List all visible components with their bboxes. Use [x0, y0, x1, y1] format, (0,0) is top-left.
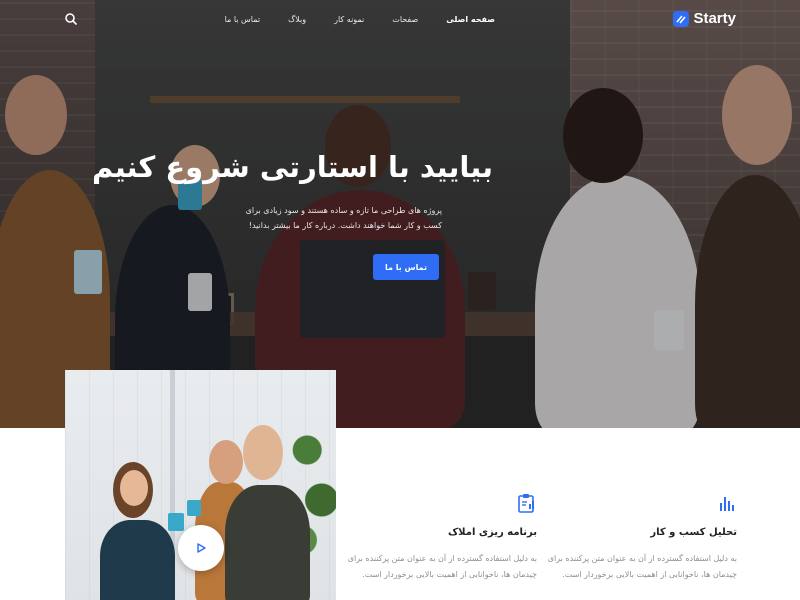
logo-icon [673, 10, 690, 27]
brand-name: Starty [693, 10, 736, 27]
menu-item-portfolio[interactable]: نمونه کار [334, 15, 364, 24]
play-icon [197, 543, 206, 553]
service-title: برنامه ریزی املاک [447, 527, 537, 538]
contact-us-button[interactable]: تماس با ما [373, 254, 439, 280]
brand-logo[interactable]: Starty [673, 10, 736, 27]
bar-chart-icon [717, 493, 737, 513]
menu-item-pages[interactable]: صفحات [392, 15, 418, 24]
menu-item-blog[interactable]: وبلاگ [288, 15, 306, 24]
service-text: به دلیل استفاده گسترده از آن به عنوان مت… [347, 554, 537, 579]
service-title: تحلیل کسب و کار [650, 527, 737, 538]
hero-title: بیایید با استارتی شروع کنیم [91, 150, 494, 184]
menu-item-contact[interactable]: تماس با ما [225, 15, 261, 24]
hero-section: Starty صفحه اصلی صفحات نمونه کار وبلاگ ت… [0, 0, 800, 428]
top-navbar: Starty صفحه اصلی صفحات نمونه کار وبلاگ ت… [0, 0, 800, 42]
search-icon[interactable] [64, 11, 78, 26]
service-business-analysis: تحلیل کسب و کار به دلیل استفاده گسترده ا… [547, 493, 737, 600]
main-menu: صفحه اصلی صفحات نمونه کار وبلاگ تماس با … [225, 15, 495, 24]
service-text: به دلیل استفاده گسترده از آن به عنوان مت… [547, 554, 737, 579]
service-property-planning: برنامه ریزی املاک به دلیل استفاده گسترده… [347, 493, 537, 600]
clipboard-chart-icon [517, 493, 537, 513]
play-video-button[interactable] [178, 525, 224, 571]
menu-item-home[interactable]: صفحه اصلی [446, 15, 495, 24]
hero-description: پروژه های طراحی ما تازه و ساده هستند و س… [245, 206, 442, 230]
